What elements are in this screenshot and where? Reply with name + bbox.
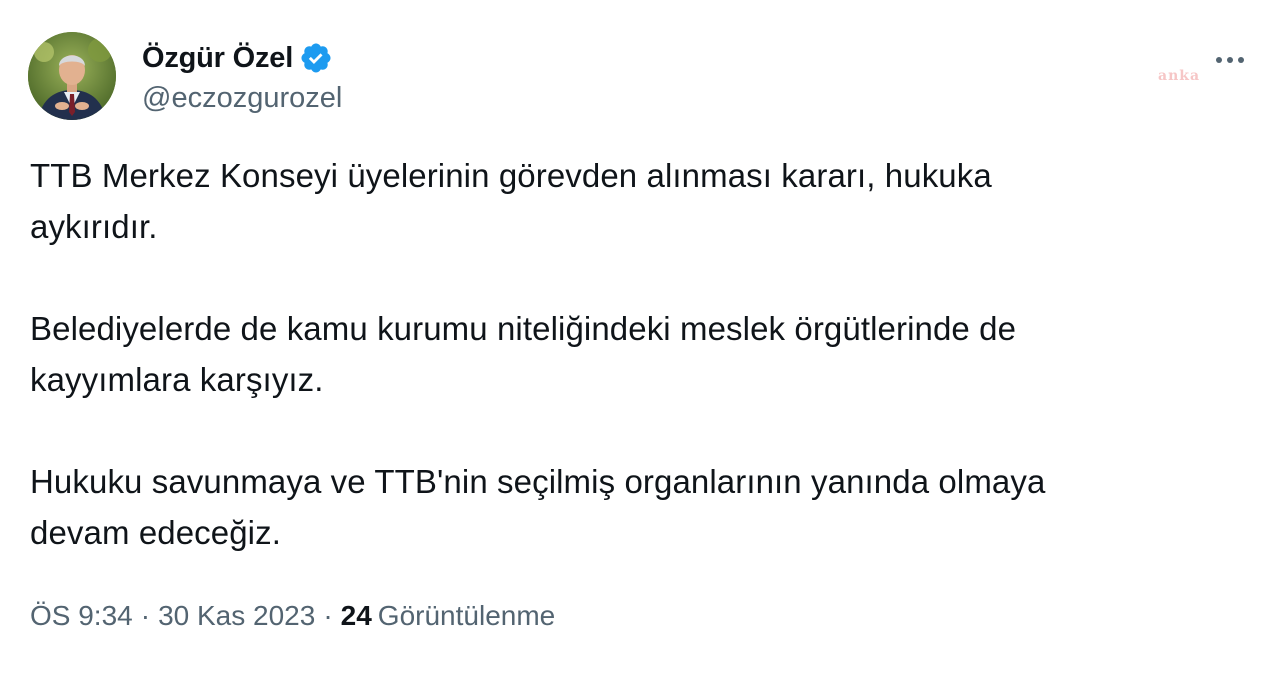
more-options-button[interactable]	[1208, 38, 1252, 82]
author-handle[interactable]: @eczozgurozel	[142, 82, 342, 115]
verified-badge-icon[interactable]	[299, 41, 333, 75]
tweet-paragraph-1: TTB Merkez Konseyi üyelerinin görevden a…	[30, 150, 1240, 252]
views-count: 24	[340, 600, 372, 631]
tweet-paragraph-2: Belediyelerde de kamu kurumu niteliğinde…	[30, 303, 1240, 405]
tweet-card: Özgür Özel @eczozgurozel anka TTB Merkez…	[0, 0, 1280, 678]
tweet-line: kayyımlara karşıyız.	[30, 361, 324, 398]
tweet-text: TTB Merkez Konseyi üyelerinin görevden a…	[30, 150, 1240, 558]
watermark-logo: anka	[1158, 68, 1201, 84]
author-avatar[interactable]	[28, 32, 116, 120]
more-dots-icon	[1216, 57, 1244, 63]
tweet-line: aykırıdır.	[30, 208, 158, 245]
display-name-row: Özgür Özel	[142, 36, 342, 80]
tweet-meta: ÖS 9:34 · 30 Kas 2023 · 24 Görüntülenme	[30, 600, 555, 632]
tweet-line: TTB Merkez Konseyi üyelerinin görevden a…	[30, 157, 992, 194]
tweet-header: Özgür Özel @eczozgurozel	[28, 32, 1252, 124]
tweet-time-link[interactable]: ÖS 9:34	[30, 600, 133, 632]
author-display-name[interactable]: Özgür Özel	[142, 42, 293, 75]
meta-separator: ·	[323, 600, 333, 631]
tweet-date-link[interactable]: 30 Kas 2023	[158, 600, 315, 632]
tweet-line: Belediyelerde de kamu kurumu niteliğinde…	[30, 310, 1017, 347]
tweet-line: devam edeceğiz.	[30, 514, 281, 551]
tweet-line: Hukuku savunmaya ve TTB'nin seçilmiş org…	[30, 463, 1046, 500]
author-names: Özgür Özel @eczozgurozel	[142, 36, 342, 115]
user-avatar-photo-icon	[28, 32, 116, 120]
meta-separator: ·	[140, 600, 151, 631]
views-label: Görüntülenme	[377, 600, 556, 631]
tweet-paragraph-3: Hukuku savunmaya ve TTB'nin seçilmiş org…	[30, 456, 1240, 558]
